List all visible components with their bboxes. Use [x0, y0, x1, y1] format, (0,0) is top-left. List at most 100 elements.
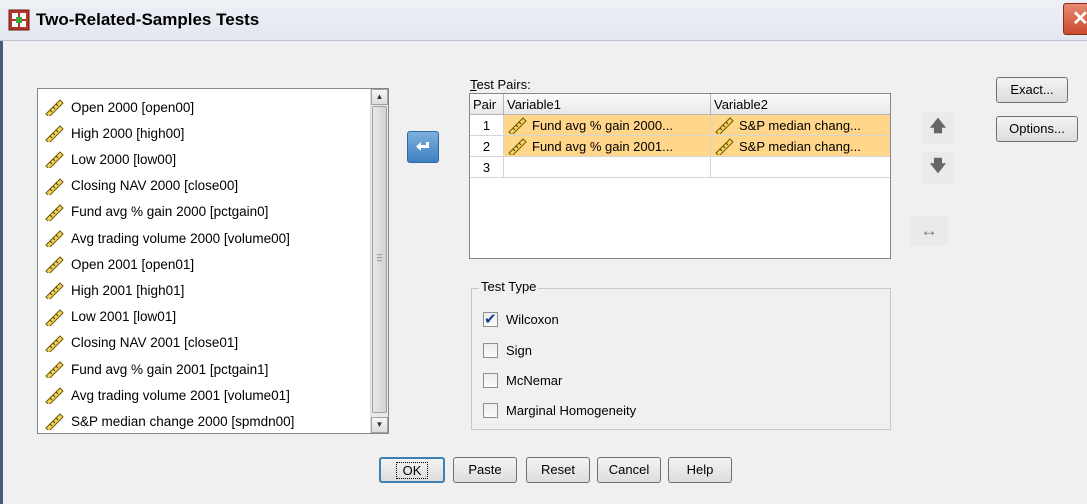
checkbox-box[interactable]: [483, 373, 498, 388]
variable-label: High 2000 [high00]: [71, 125, 185, 141]
variable-label: Closing NAV 2001 [close01]: [71, 335, 239, 351]
variable-label: Fund avg % gain 2001 [pctgain1]: [71, 361, 269, 377]
variable-label: Fund avg % gain 2000 [pctgain0]: [71, 204, 269, 220]
ruler-icon: [45, 413, 64, 431]
checkbox-label: McNemar: [506, 373, 563, 388]
arrow-up-icon: 🡅: [929, 117, 947, 135]
variable-list-item[interactable]: Fund avg % gain 2000 [pctgain0]: [44, 200, 268, 224]
window-title: Two-Related-Samples Tests: [36, 10, 260, 29]
variable-list-item[interactable]: Closing NAV 2001 [close01]: [44, 331, 238, 355]
checkbox-box[interactable]: [483, 343, 498, 358]
ruler-icon: [45, 387, 64, 405]
grip-icon: ‒ ‒ ‒: [377, 249, 383, 265]
ruler-icon: [45, 230, 64, 247]
pair-variable-label: S&P median chang...: [739, 138, 861, 154]
checkbox-box[interactable]: [483, 403, 498, 418]
pair-number: 2: [470, 136, 504, 157]
variable-list-item[interactable]: Closing NAV 2000 [close00]: [44, 174, 238, 198]
source-variable-list[interactable]: Open 2000 [open00] High 2000 [high00] Low …: [37, 88, 389, 434]
ruler-icon: [45, 151, 64, 169]
pair-cell-var1[interactable]: [504, 157, 711, 178]
swap-pair-button[interactable]: ↔: [910, 216, 948, 246]
variable-list-item[interactable]: Avg trading volume 2000 [volume00]: [44, 226, 290, 250]
ruler-icon: [45, 335, 64, 352]
variable-list-item[interactable]: Open 2000 [open00]: [44, 95, 194, 119]
variable-list-item[interactable]: Avg trading volume 2001 [volume01]: [44, 383, 290, 407]
variable-list-scrollbar[interactable]: ▲ ‒ ‒ ‒ ▼: [370, 89, 388, 433]
pair-cell-var2[interactable]: [711, 157, 890, 178]
test-type-legend: Test Type: [479, 279, 539, 294]
mcnemar-checkbox[interactable]: McNemar: [483, 373, 562, 388]
pair-number: 3: [470, 157, 504, 178]
scroll-up-icon[interactable]: ▲: [371, 89, 388, 105]
ruler-icon: [508, 117, 527, 134]
test-pairs-table[interactable]: Pair Variable1 Variable2 1 Fund avg % gai…: [469, 93, 891, 259]
title-bar[interactable]: Two-Related-Samples Tests ✕: [0, 0, 1087, 41]
ruler-icon: [508, 138, 527, 155]
scroll-down-icon[interactable]: ▼: [371, 417, 388, 433]
pair-cell-var2[interactable]: S&P median chang...: [711, 115, 890, 136]
variable-list-item[interactable]: High 2001 [high01]: [44, 278, 184, 302]
pair-number: 1: [470, 115, 504, 136]
ruler-icon: [715, 138, 734, 155]
checkbox-label: Sign: [506, 343, 533, 358]
checkbox-label: Wilcoxon: [506, 312, 559, 327]
ruler-icon: [45, 177, 64, 195]
move-down-button[interactable]: 🡇: [922, 152, 954, 184]
ruler-icon: [45, 125, 64, 143]
ruler-icon: [45, 256, 64, 274]
checkbox-box[interactable]: [483, 310, 498, 328]
cancel-button[interactable]: Cancel: [597, 457, 661, 483]
dialog-window: Two-Related-Samples Tests ✕ Open 2000 [o…: [0, 0, 1087, 504]
paste-button[interactable]: Paste: [453, 457, 517, 483]
variable-label: High 2001 [high01]: [71, 282, 185, 298]
options-button[interactable]: Options...: [996, 116, 1078, 142]
variable-list-item[interactable]: Fund avg % gain 2001 [pctgain1]: [44, 357, 268, 381]
move-variable-button[interactable]: [407, 131, 439, 163]
scroll-thumb[interactable]: ‒ ‒ ‒: [372, 106, 387, 413]
variable-label: Open 2000 [open00]: [71, 99, 195, 115]
variable-list-item[interactable]: S&P median change 2000 [spmdn00]: [44, 409, 294, 433]
help-button[interactable]: Help: [668, 457, 732, 483]
arrow-left-icon: [416, 142, 429, 151]
header-variable1: Variable1: [504, 94, 711, 115]
variable-label: Low 2001 [low01]: [71, 309, 177, 325]
pair-cell-var2[interactable]: S&P median chang...: [711, 136, 890, 157]
ruler-icon: [45, 282, 64, 300]
pair-cell-var1[interactable]: Fund avg % gain 2000...: [504, 115, 711, 136]
header-pair: Pair: [470, 94, 504, 115]
app-icon: [8, 9, 30, 31]
sign-checkbox[interactable]: Sign: [483, 343, 532, 358]
variable-label: Avg trading volume 2001 [volume01]: [71, 387, 290, 403]
variable-list-item[interactable]: Low 2000 [low00]: [44, 147, 176, 171]
ruler-icon: [715, 117, 734, 134]
pair-variable-label: S&P median chang...: [739, 117, 861, 133]
pair-variable-label: Fund avg % gain 2000...: [532, 117, 673, 133]
variable-label: Closing NAV 2000 [close00]: [71, 178, 239, 194]
pair-cell-var1[interactable]: Fund avg % gain 2001...: [504, 136, 711, 157]
variable-label: Low 2000 [low00]: [71, 151, 177, 167]
checkbox-label: Marginal Homogeneity: [506, 403, 637, 418]
ok-label: OK: [395, 462, 429, 479]
wilcoxon-checkbox[interactable]: Wilcoxon: [483, 310, 559, 328]
variable-label: Avg trading volume 2000 [volume00]: [71, 230, 290, 246]
ruler-icon: [45, 99, 64, 116]
ok-button[interactable]: OK: [379, 457, 445, 483]
variable-list-item[interactable]: Low 2001 [low01]: [44, 305, 176, 329]
swap-arrows-icon: ↔: [920, 221, 938, 240]
ruler-icon: [45, 308, 64, 326]
reset-button[interactable]: Reset: [526, 457, 590, 483]
test-pairs-label: Test Pairs:: [470, 77, 531, 92]
header-variable2: Variable2: [711, 94, 890, 115]
move-up-button[interactable]: 🡅: [922, 112, 954, 144]
close-button[interactable]: ✕: [1063, 3, 1087, 35]
variable-label: Open 2001 [open01]: [71, 256, 195, 272]
pair-variable-label: Fund avg % gain 2001...: [532, 138, 673, 154]
marginal-homogeneity-checkbox[interactable]: Marginal Homogeneity: [483, 403, 636, 418]
exact-button[interactable]: Exact...: [996, 77, 1068, 103]
arrow-down-icon: 🡇: [929, 157, 947, 175]
variable-list-item[interactable]: Open 2001 [open01]: [44, 252, 194, 276]
variable-list-item[interactable]: High 2000 [high00]: [44, 121, 184, 145]
ruler-icon: [45, 204, 64, 221]
variable-label: S&P median change 2000 [spmdn00]: [71, 413, 295, 429]
